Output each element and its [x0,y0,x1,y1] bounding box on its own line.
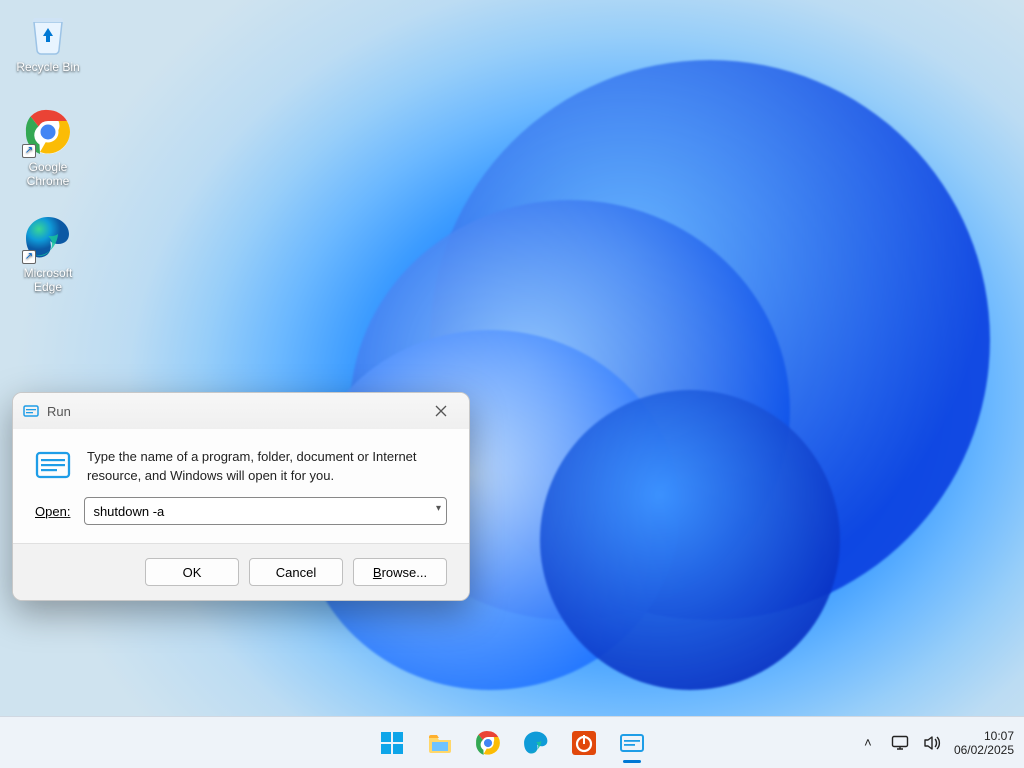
folder-icon [426,729,454,757]
edge-icon: ↗ [24,214,72,262]
taskbar-app-orange[interactable] [563,722,605,764]
run-icon [23,403,39,419]
chrome-icon: ↗ [24,108,72,156]
close-button[interactable] [419,397,463,425]
taskbar-center [371,722,653,764]
taskbar-run[interactable] [611,722,653,764]
power-icon [571,730,597,756]
shortcut-arrow-icon: ↗ [22,144,36,158]
taskbar-time: 10:07 [954,729,1014,743]
run-dialog: Run Type the name of a program, folder, … [12,392,470,601]
run-dialog-instructions: Type the name of a program, folder, docu… [87,447,447,485]
desktop-icon-recycle-bin[interactable]: Recycle Bin [8,8,88,74]
taskbar-microsoft-edge[interactable] [515,722,557,764]
run-icon [619,730,645,756]
run-open-input[interactable] [84,497,447,525]
recycle-bin-icon [24,8,72,56]
tray-network-button[interactable] [890,733,910,753]
run-dialog-button-row: OK Cancel Browse... [13,543,469,600]
chrome-icon [475,730,501,756]
desktop-icon-label: Google Chrome [27,160,70,188]
tray-overflow-button[interactable]: ˄ [858,733,878,753]
taskbar: ˄ 10:07 06/02/2025 [0,716,1024,768]
chevron-up-icon: ˄ [864,735,872,750]
browse-button[interactable]: Browse... [353,558,447,586]
run-open-label: Open: [35,504,70,519]
run-dialog-titlebar[interactable]: Run [13,393,469,429]
desktop[interactable]: Recycle Bin ↗ Google Chrome ↗ [0,0,1024,768]
desktop-icon-google-chrome[interactable]: ↗ Google Chrome [8,108,88,188]
edge-icon [523,730,549,756]
shortcut-arrow-icon: ↗ [22,250,36,264]
speaker-icon [923,734,941,752]
desktop-icon-label: Recycle Bin [16,60,79,74]
taskbar-tray: ˄ 10:07 06/02/2025 [858,729,1014,757]
run-dialog-title: Run [47,404,71,419]
windows-icon [379,730,405,756]
run-dialog-icon [35,447,71,483]
taskbar-start-button[interactable] [371,722,413,764]
monitor-icon [891,734,909,752]
desktop-icon-microsoft-edge[interactable]: ↗ Microsoft Edge [8,214,88,294]
ok-button[interactable]: OK [145,558,239,586]
desktop-icon-label: Microsoft Edge [24,266,73,294]
tray-volume-button[interactable] [922,733,942,753]
taskbar-clock[interactable]: 10:07 06/02/2025 [954,729,1014,757]
close-icon [435,405,447,417]
taskbar-google-chrome[interactable] [467,722,509,764]
cancel-button[interactable]: Cancel [249,558,343,586]
taskbar-file-explorer[interactable] [419,722,461,764]
taskbar-date: 06/02/2025 [954,743,1014,757]
